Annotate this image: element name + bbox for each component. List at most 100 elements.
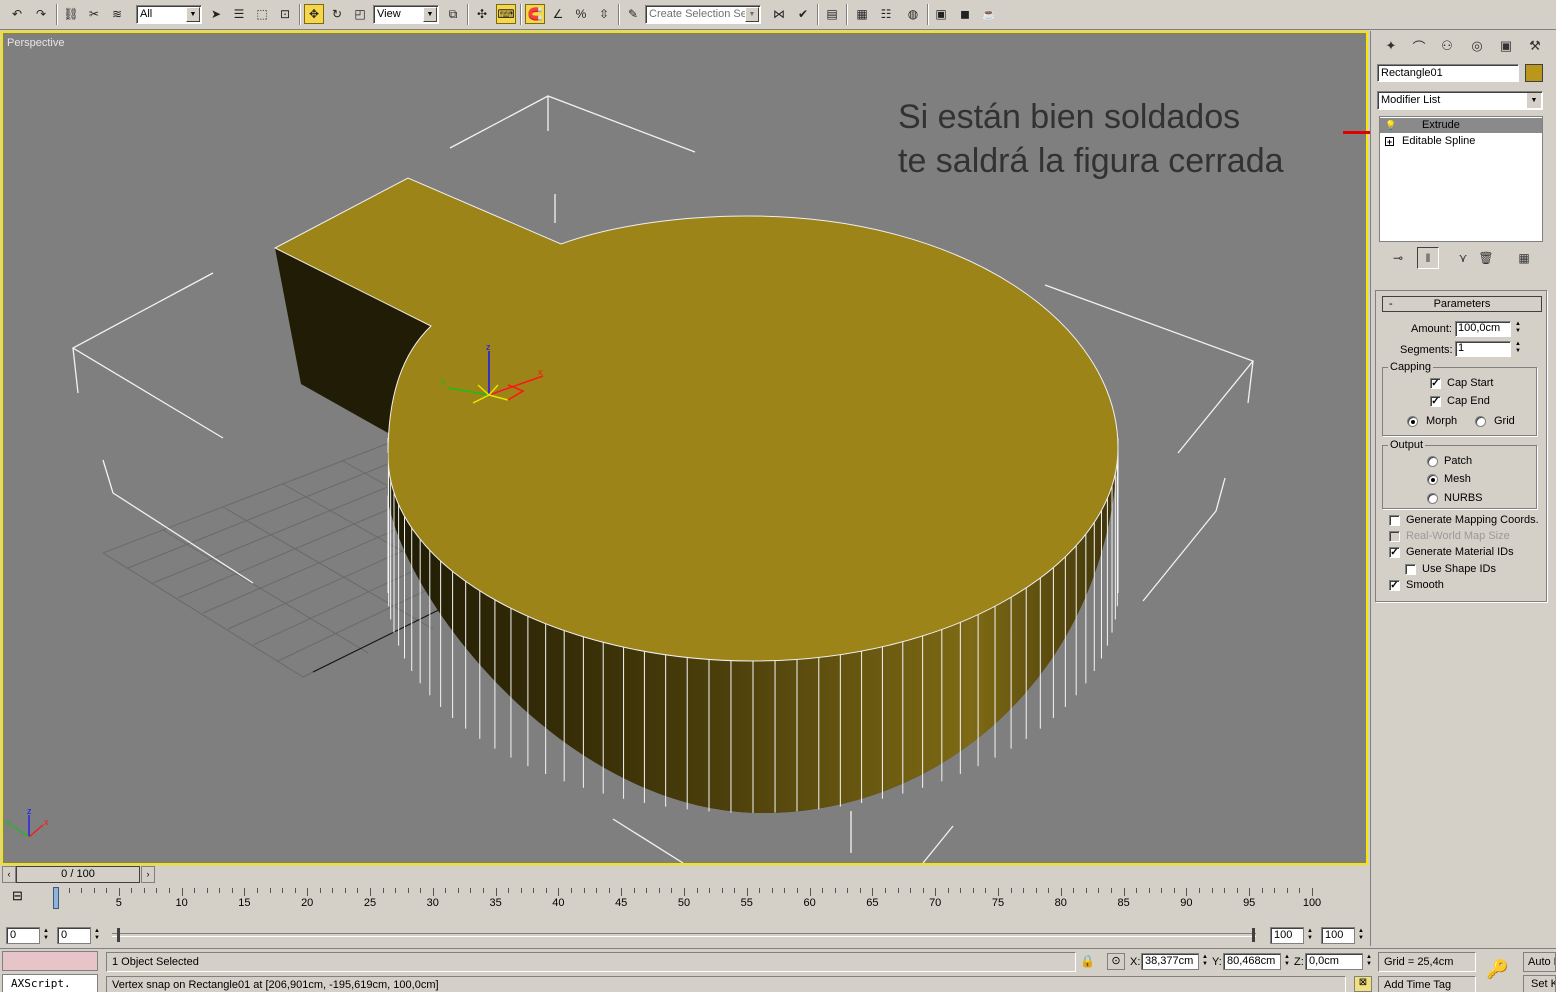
selection-filter-dropdown[interactable]: All ▼: [136, 5, 202, 24]
motion-tab-icon[interactable]: ◎: [1465, 35, 1489, 57]
morph-radio[interactable]: [1407, 416, 1418, 427]
select-object-icon[interactable]: ➤: [206, 4, 226, 24]
range-left-handle[interactable]: [117, 928, 120, 942]
make-unique-icon[interactable]: ⋎: [1452, 247, 1474, 269]
object-color-swatch[interactable]: [1525, 64, 1543, 82]
frame-start-spinner[interactable]: ▲ ▼: [41, 928, 51, 944]
next-frame-icon[interactable]: ›: [141, 866, 155, 883]
align-icon[interactable]: ✔: [793, 4, 813, 24]
pivot-icon[interactable]: ⧉: [443, 4, 463, 24]
grid-radio[interactable]: [1475, 416, 1486, 427]
nurbs-radio[interactable]: [1427, 493, 1438, 504]
parameters-rollout-header[interactable]: - Parameters: [1382, 296, 1542, 312]
smooth-checkbox[interactable]: ✓: [1389, 580, 1400, 591]
rect-region-icon[interactable]: ⬚: [252, 4, 272, 24]
edit-named-selection-icon[interactable]: ✎: [623, 4, 643, 24]
quick-render-icon[interactable]: ◼: [955, 4, 975, 24]
redo-icon[interactable]: ↷: [31, 4, 51, 24]
segments-spinner[interactable]: ▲ ▼: [1513, 341, 1523, 357]
window-crossing-icon[interactable]: ⊡: [275, 4, 295, 24]
remove-modifier-icon[interactable]: 🗑: [1475, 247, 1497, 269]
lock-selection-icon[interactable]: 🔒: [1080, 954, 1095, 968]
angle-snap-icon[interactable]: ∠: [548, 4, 568, 24]
maxscript-mini-listener[interactable]: AXScript.: [2, 974, 98, 992]
unlink-icon[interactable]: ✂: [84, 4, 104, 24]
create-tab-icon[interactable]: ✦: [1379, 35, 1403, 57]
undo-icon[interactable]: ↶: [7, 4, 27, 24]
auto-key-button[interactable]: Auto K: [1523, 952, 1556, 972]
viewport-label[interactable]: Perspective: [7, 37, 64, 49]
frame-start2-field[interactable]: 0: [57, 927, 91, 944]
maxscript-listener[interactable]: [2, 951, 98, 971]
expand-plus-icon[interactable]: +: [1385, 137, 1394, 147]
layer-icon[interactable]: ▤: [822, 4, 842, 24]
x-coordinate-field[interactable]: 38,377cm: [1141, 953, 1199, 970]
select-link-icon[interactable]: ⛓: [61, 4, 81, 24]
time-slider[interactable]: ‹ 0 / 100 ›: [0, 866, 1368, 884]
absolute-mode-icon[interactable]: ⊙: [1107, 953, 1125, 970]
x-spinner[interactable]: ▲ ▼: [1200, 954, 1210, 970]
ref-coord-dropdown[interactable]: View ▼: [373, 5, 439, 24]
stack-item-editable-spline[interactable]: + Editable Spline: [1380, 134, 1542, 149]
named-selection-dropdown[interactable]: Create Selection Set ▼: [645, 5, 761, 24]
time-tag-icon[interactable]: ⊠: [1354, 976, 1372, 992]
object-name-field[interactable]: Rectangle01: [1377, 64, 1519, 82]
amount-field[interactable]: 100,0cm: [1455, 321, 1511, 337]
generate-mapping-checkbox[interactable]: [1389, 515, 1400, 526]
mirror-icon[interactable]: ⋈: [769, 4, 789, 24]
lightbulb-icon[interactable]: 💡: [1385, 121, 1396, 130]
cap-start-checkbox[interactable]: ✓: [1430, 378, 1441, 389]
select-rotate-icon[interactable]: ↻: [327, 4, 347, 24]
frame-range-slider[interactable]: [112, 933, 1256, 937]
show-end-result-icon[interactable]: ‖: [1417, 247, 1439, 269]
keyboard-shortcut-icon[interactable]: ⌨: [496, 4, 516, 24]
track-bar[interactable]: ⊟ 05101520253035404550556065707580859095…: [0, 884, 1368, 924]
add-time-tag-button[interactable]: Add Time Tag: [1378, 976, 1476, 992]
z-spinner[interactable]: ▲ ▼: [1364, 954, 1374, 970]
manipulate-icon[interactable]: ✣: [472, 4, 492, 24]
frame-end-spinner[interactable]: ▲ ▼: [1305, 928, 1315, 944]
frame-end2-spinner[interactable]: ▲ ▼: [1356, 928, 1366, 944]
snap-toggle-icon[interactable]: 🧲: [525, 4, 545, 24]
prev-frame-icon[interactable]: ‹: [2, 866, 16, 883]
schematic-icon[interactable]: ☷: [876, 4, 896, 24]
render-scene-icon[interactable]: ▣: [931, 4, 951, 24]
frame-end2-field[interactable]: 100: [1321, 927, 1355, 944]
utilities-tab-icon[interactable]: ⚒: [1523, 35, 1547, 57]
patch-radio[interactable]: [1427, 456, 1438, 467]
select-scale-icon[interactable]: ◰: [350, 4, 370, 24]
amount-spinner[interactable]: ▲ ▼: [1513, 321, 1523, 337]
spinner-snap-icon[interactable]: ⇳: [594, 4, 614, 24]
bind-spacewarp-icon[interactable]: ≋: [107, 4, 127, 24]
y-spinner[interactable]: ▲ ▼: [1282, 954, 1292, 970]
generate-material-ids-checkbox[interactable]: ✓: [1389, 547, 1400, 558]
frame-start-field[interactable]: 0: [6, 927, 40, 944]
hierarchy-tab-icon[interactable]: ⚇: [1435, 35, 1459, 57]
use-shape-ids-checkbox[interactable]: [1405, 564, 1416, 575]
stack-item-extrude[interactable]: 💡 Extrude: [1380, 118, 1542, 133]
material-editor-icon[interactable]: ◍: [903, 4, 923, 24]
frame-end-field[interactable]: 100: [1270, 927, 1304, 944]
curve-editor-icon[interactable]: ▦: [852, 4, 872, 24]
set-key-icon[interactable]: 🔑: [1486, 959, 1508, 980]
z-coordinate-field[interactable]: 0,0cm: [1305, 953, 1363, 970]
modifier-list-dropdown[interactable]: Modifier List ▼: [1377, 91, 1543, 110]
percent-snap-icon[interactable]: %: [571, 4, 591, 24]
segments-field[interactable]: 1: [1455, 341, 1511, 357]
mesh-radio[interactable]: [1427, 474, 1438, 485]
pin-stack-icon[interactable]: ⊸: [1387, 247, 1409, 269]
set-key-button[interactable]: Set K: [1523, 975, 1556, 992]
current-frame-marker[interactable]: [53, 887, 59, 909]
cap-end-checkbox[interactable]: ✓: [1430, 396, 1441, 407]
range-right-handle[interactable]: [1252, 928, 1255, 942]
frame-start2-spinner[interactable]: ▲ ▼: [92, 928, 102, 944]
perspective-viewport[interactable]: z x y z x y Perspective Si están bien so…: [1, 31, 1368, 865]
select-move-icon[interactable]: ✥: [304, 4, 324, 24]
time-slider-thumb[interactable]: 0 / 100: [16, 866, 140, 883]
display-tab-icon[interactable]: ▣: [1494, 35, 1518, 57]
modify-tab-icon[interactable]: ⌒: [1407, 35, 1431, 57]
render-last-icon[interactable]: ☕: [979, 4, 999, 24]
configure-sets-icon[interactable]: ▦: [1513, 247, 1535, 269]
select-by-name-icon[interactable]: ☰: [229, 4, 249, 24]
y-coordinate-field[interactable]: 80,468cm: [1223, 953, 1281, 970]
